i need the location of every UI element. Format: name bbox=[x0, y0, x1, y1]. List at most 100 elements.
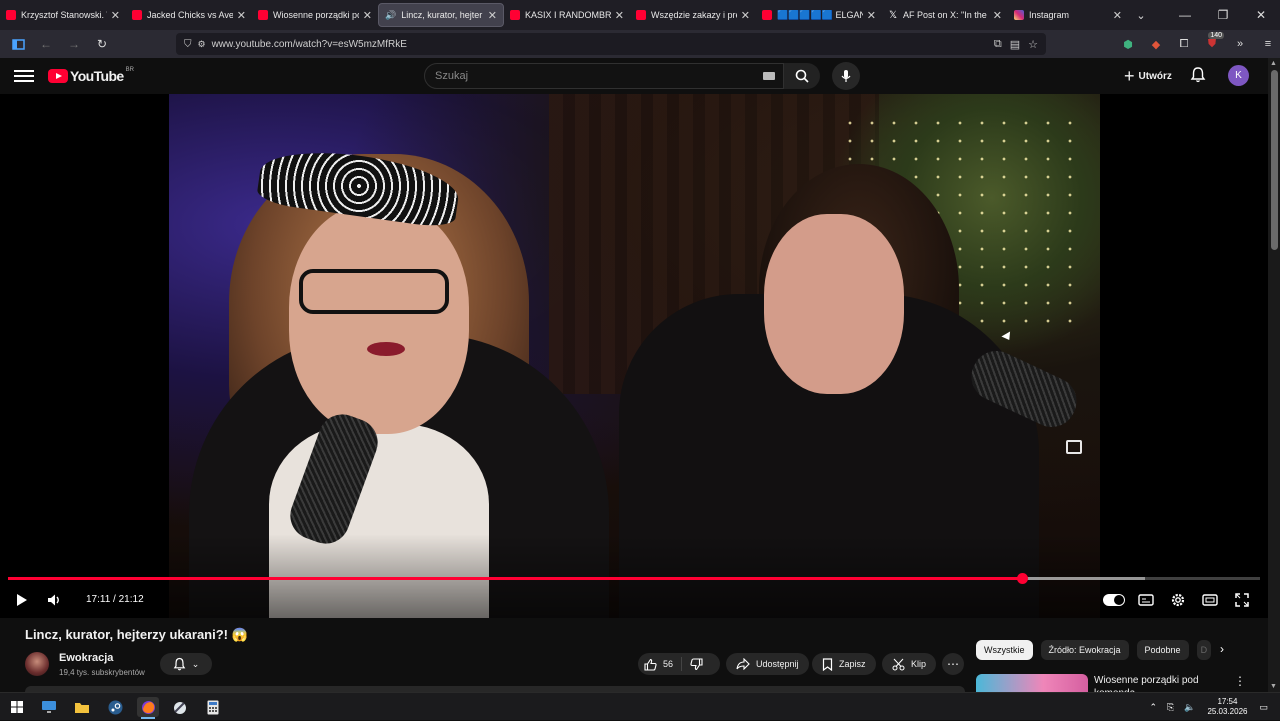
browser-tab[interactable]: Wszędzie zakazy i preter✕ bbox=[630, 3, 756, 27]
vpn-extension-icon[interactable]: ⬢ bbox=[1116, 32, 1140, 56]
search-input[interactable]: Szukaj bbox=[424, 63, 784, 89]
youtube-icon bbox=[762, 10, 772, 20]
chip-related[interactable]: Podobne bbox=[1136, 640, 1189, 660]
browser-tab[interactable]: 🟦🟦🟦🟦🟦 ELGANC✕ bbox=[756, 3, 882, 27]
browser-tab[interactable]: Krzysztof Stanowski. W ja✕ bbox=[0, 3, 126, 27]
extensions-puzzle-icon[interactable]: ⧠ bbox=[1172, 32, 1196, 56]
close-tab-icon[interactable]: ✕ bbox=[488, 9, 497, 22]
windows-start-icon[interactable] bbox=[6, 697, 28, 717]
speaker-icon[interactable]: 🔊 bbox=[385, 10, 396, 20]
sidebar-toggle-icon[interactable] bbox=[6, 32, 30, 56]
app-monitor-icon[interactable] bbox=[38, 697, 60, 717]
subscriber-count: 19,4 tys. subskrybentów bbox=[59, 668, 145, 677]
url-text[interactable]: www.youtube.com/watch?v=esW5mzMfRkE bbox=[212, 39, 407, 50]
menu-hamburger-icon[interactable]: ≡ bbox=[1256, 32, 1280, 56]
browser-tab[interactable]: Jacked Chicks vs Average✕ bbox=[126, 3, 252, 27]
address-bar[interactable]: ⛉ ⚙ www.youtube.com/watch?v=esW5mzMfRkE … bbox=[176, 33, 1046, 55]
miniplayer-icon[interactable] bbox=[1066, 440, 1082, 454]
close-tab-icon[interactable]: ✕ bbox=[111, 9, 120, 22]
save-button[interactable]: Zapisz bbox=[812, 653, 876, 675]
guide-menu-icon[interactable] bbox=[14, 67, 34, 85]
close-tab-icon[interactable]: ✕ bbox=[867, 9, 876, 22]
video-player[interactable]: 17:11 / 21:12 bbox=[0, 94, 1268, 618]
overflow-chevron-icon[interactable]: » bbox=[1228, 32, 1252, 56]
share-button[interactable]: Udostępnij bbox=[726, 653, 809, 675]
volume-button[interactable] bbox=[43, 588, 67, 612]
firefox-icon[interactable] bbox=[137, 697, 159, 719]
close-tab-icon[interactable]: ✕ bbox=[363, 9, 372, 22]
speaker-icon[interactable]: 🔈 bbox=[1184, 702, 1195, 713]
more-actions-button[interactable]: ⋯ bbox=[942, 653, 964, 675]
notifications-button[interactable] bbox=[1190, 66, 1206, 89]
bookmark-icon bbox=[822, 657, 833, 671]
like-button[interactable]: 56 bbox=[638, 657, 683, 671]
close-tab-icon[interactable]: ✕ bbox=[741, 9, 750, 22]
reader-view-icon[interactable]: ▤ bbox=[1010, 38, 1020, 51]
chip-all[interactable]: Wszystkie bbox=[976, 640, 1033, 660]
network-icon[interactable]: ⎘ bbox=[1167, 702, 1174, 713]
chip-more[interactable]: D bbox=[1196, 640, 1211, 660]
clip-button[interactable]: Klip bbox=[882, 653, 937, 675]
recommended-thumbnail[interactable] bbox=[976, 674, 1088, 692]
browser-tab[interactable]: KASIX I RANDOMBRUCE✕ bbox=[504, 3, 630, 27]
scrollbar-thumb[interactable] bbox=[1271, 70, 1278, 250]
file-explorer-icon[interactable] bbox=[71, 697, 93, 717]
scroll-up-icon[interactable]: ▲ bbox=[1270, 60, 1277, 67]
close-window-icon[interactable]: ✕ bbox=[1242, 8, 1280, 22]
youtube-logo[interactable]: YouTube BR bbox=[48, 67, 134, 84]
forward-icon[interactable]: → bbox=[62, 32, 86, 56]
reload-icon[interactable]: ↻ bbox=[90, 32, 114, 56]
subscribed-notification-button[interactable]: ⌄ bbox=[160, 653, 212, 675]
close-tab-icon[interactable]: ✕ bbox=[237, 9, 246, 22]
recommended-title[interactable]: Wiosenne porządki pod komenda bbox=[1094, 674, 1224, 692]
progress-bar[interactable] bbox=[8, 573, 1260, 584]
bookmark-star-icon[interactable]: ☆ bbox=[1028, 38, 1038, 51]
subtitles-button[interactable] bbox=[1134, 588, 1158, 612]
channel-name[interactable]: Ewokracja bbox=[59, 652, 113, 664]
clock[interactable]: 17:54 25.03.2026 bbox=[1207, 697, 1247, 717]
account-avatar[interactable]: K bbox=[1228, 65, 1249, 86]
chip-from-channel[interactable]: Źródło: Ewokracja bbox=[1040, 640, 1129, 660]
tab-list-chevron-icon[interactable]: ⌄ bbox=[1128, 9, 1154, 22]
browser-tab[interactable]: 𝕏AF Post on X: "In the first✕ bbox=[882, 3, 1008, 27]
dislike-button[interactable] bbox=[682, 657, 711, 671]
chips-next-chevron-icon[interactable]: › bbox=[1220, 642, 1224, 656]
keyboard-icon[interactable] bbox=[763, 72, 775, 80]
voice-search-button[interactable] bbox=[832, 62, 860, 90]
scissors-icon bbox=[892, 658, 905, 670]
settings-button[interactable] bbox=[1166, 588, 1190, 612]
close-tab-icon[interactable]: ✕ bbox=[993, 9, 1002, 22]
app-tool-icon[interactable] bbox=[169, 697, 191, 717]
picture-in-picture-icon[interactable]: ⧉ bbox=[994, 38, 1002, 51]
back-icon[interactable]: ← bbox=[34, 32, 58, 56]
shield-icon[interactable]: ⛉ bbox=[184, 39, 192, 50]
search-button[interactable] bbox=[784, 63, 820, 89]
page-scrollbar[interactable]: ▲ ▼ bbox=[1268, 58, 1280, 692]
permissions-icon[interactable]: ⚙ bbox=[198, 39, 206, 50]
notifications-icon[interactable]: ▭ bbox=[1259, 702, 1268, 713]
minimize-icon[interactable]: — bbox=[1166, 8, 1204, 22]
close-tab-icon[interactable]: ✕ bbox=[615, 9, 624, 22]
addon-extension-icon[interactable]: ◆ bbox=[1144, 32, 1168, 56]
create-button[interactable]: + Utwórz bbox=[1114, 63, 1182, 89]
scroll-down-icon[interactable]: ▼ bbox=[1270, 683, 1277, 690]
instagram-icon bbox=[1014, 10, 1024, 20]
channel-avatar[interactable] bbox=[25, 652, 49, 676]
play-button[interactable] bbox=[10, 588, 34, 612]
search-icon bbox=[795, 69, 809, 83]
steam-icon[interactable] bbox=[104, 697, 126, 717]
browser-tab-active[interactable]: 🔊 Lincz, kurator, hejter ✕ bbox=[378, 3, 504, 27]
restore-icon[interactable]: ❐ bbox=[1204, 8, 1242, 22]
theater-mode-button[interactable] bbox=[1198, 588, 1222, 612]
more-vertical-icon[interactable]: ⋮ bbox=[1234, 674, 1246, 688]
extension-area: ⬢ ◆ ⧠ ⛊ 140 » ≡ bbox=[1116, 32, 1280, 56]
close-tab-icon[interactable]: ✕ bbox=[1113, 9, 1122, 22]
browser-tab[interactable]: Wiosenne porządki pod k✕ bbox=[252, 3, 378, 27]
calculator-icon[interactable] bbox=[202, 697, 224, 717]
ublock-extension-icon[interactable]: ⛊ 140 bbox=[1200, 32, 1224, 56]
autoplay-toggle[interactable] bbox=[1103, 594, 1125, 606]
fullscreen-button[interactable] bbox=[1230, 588, 1254, 612]
browser-tab[interactable]: Instagram ✕ bbox=[1008, 3, 1128, 27]
recommended-video[interactable]: Wiosenne porządki pod komenda ⋮ bbox=[976, 672, 1256, 692]
tray-chevron-up-icon[interactable]: ⌃ bbox=[1149, 702, 1157, 713]
